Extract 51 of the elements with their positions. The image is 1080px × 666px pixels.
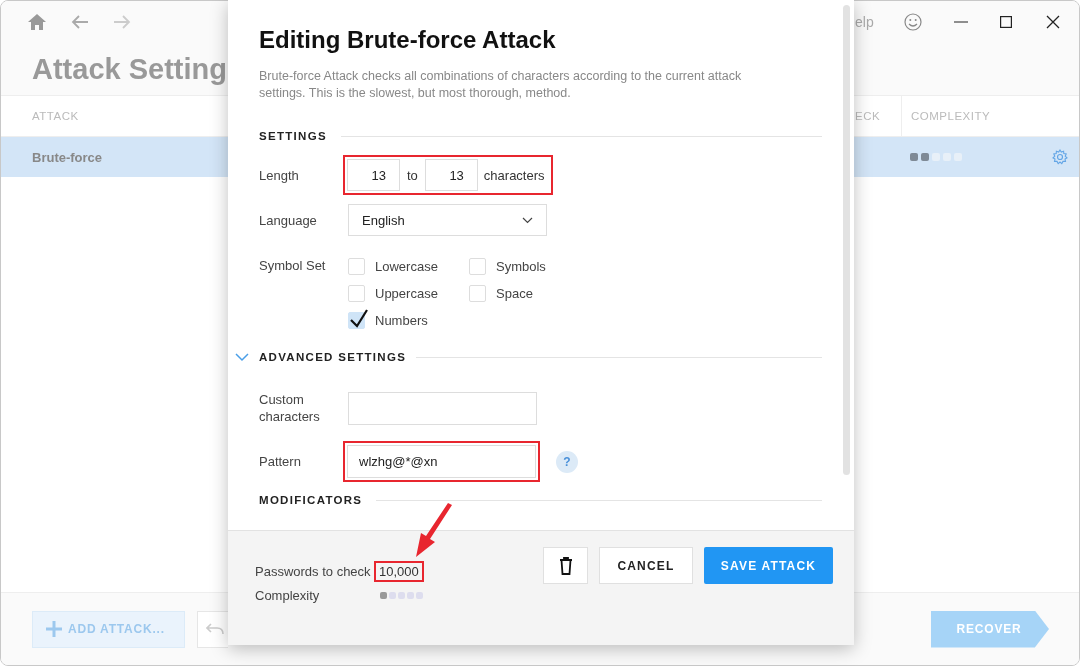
checkbox[interactable] [348, 312, 365, 329]
page-title: Attack Setting [31, 52, 228, 86]
table-cell-text: Brute-force [31, 149, 104, 165]
checkbox-label[interactable]: Numbers [375, 313, 428, 328]
undo-button[interactable] [197, 610, 228, 648]
range-separator: to [407, 167, 418, 183]
length-to-field[interactable]: 13 [424, 159, 478, 191]
pattern-field[interactable]: wlzhg@*@xn [347, 445, 536, 478]
maximize-icon[interactable] [999, 16, 1012, 28]
language-dropdown[interactable]: English [348, 204, 547, 236]
passwords-label: Passwords to check [255, 564, 372, 579]
dialog-title: Editing Brute-force Attack [259, 26, 557, 54]
checkbox[interactable] [469, 285, 486, 302]
column-header: COMPLEXITY [910, 110, 991, 122]
dialog-description: Brute-force Attack checks all combinations of characters according to the current attack settings. This is the slowest, but most thorough, method. [259, 68, 743, 102]
trash-icon [558, 556, 573, 575]
section-heading: MODIFICATORS [259, 494, 363, 506]
passwords-count: 10,000 [374, 561, 424, 582]
checkbox[interactable] [469, 258, 486, 275]
scrollbar[interactable] [843, 5, 850, 475]
unit-label: characters [483, 167, 545, 183]
cancel-button[interactable]: CANCEL [599, 547, 693, 584]
chevron-down-icon [522, 216, 533, 224]
field-label: Pattern [259, 454, 302, 469]
back-arrow-icon[interactable] [71, 14, 89, 30]
length-from-field[interactable]: 13 [347, 159, 400, 191]
checkbox[interactable] [348, 285, 365, 302]
smiley-icon[interactable] [903, 13, 922, 31]
home-icon[interactable] [27, 13, 47, 31]
delete-button[interactable] [543, 547, 588, 584]
plus-icon [46, 621, 62, 637]
checkbox[interactable] [348, 258, 365, 275]
close-icon[interactable] [1045, 15, 1060, 29]
field-label: Symbol Set [259, 258, 327, 273]
field-label: Length [259, 167, 300, 183]
field-label: Language [259, 212, 318, 228]
settings-icon[interactable] [1052, 149, 1068, 165]
checkbox-label[interactable]: Symbols [496, 259, 546, 274]
chevron-down-icon[interactable] [235, 352, 249, 362]
section-heading: SETTINGS [259, 130, 327, 142]
section-heading[interactable]: ADVANCED SETTINGS [259, 351, 407, 363]
minimize-icon[interactable] [953, 21, 968, 23]
custom-characters-field[interactable] [348, 391, 537, 425]
undo-icon [206, 623, 225, 635]
column-header: ATTACK [31, 110, 80, 122]
field-label: Custom characters [259, 391, 321, 425]
complexity-label: Complexity [255, 588, 321, 603]
checkbox-label[interactable]: Uppercase [375, 286, 438, 301]
forward-arrow-icon[interactable] [113, 14, 131, 30]
checkbox-label[interactable]: Lowercase [375, 259, 438, 274]
checkbox-label[interactable]: Space [496, 286, 533, 301]
